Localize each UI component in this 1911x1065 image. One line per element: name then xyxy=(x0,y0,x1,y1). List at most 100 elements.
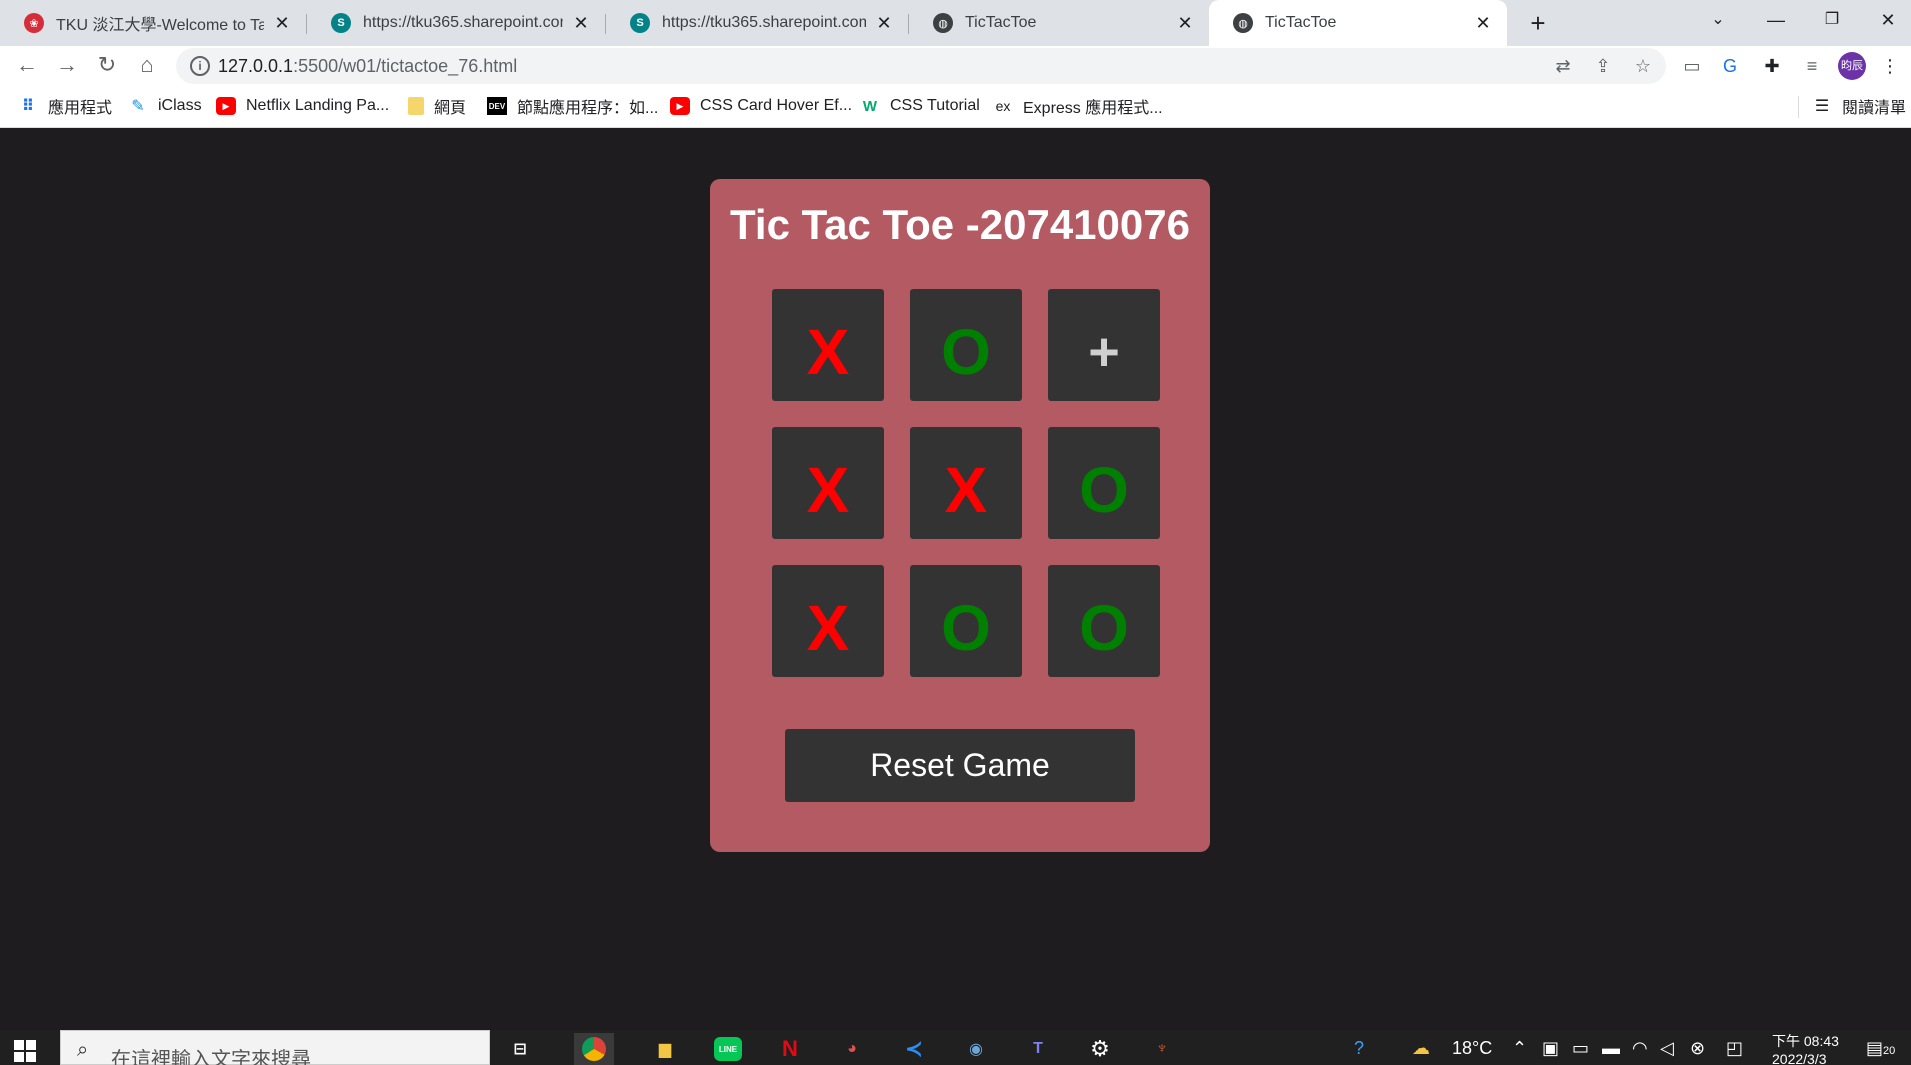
translate-icon[interactable]: ⇄ xyxy=(1552,55,1574,77)
youtube-icon: ▶ xyxy=(216,97,236,115)
error-icon[interactable]: ⊗ xyxy=(1690,1038,1705,1059)
home-icon[interactable]: ⌂ xyxy=(130,48,164,82)
browser-toolbar: ← → ↻ ⌂ i 127.0.0.1:5500/w01/tictactoe_7… xyxy=(0,46,1911,84)
close-icon[interactable]: ✕ xyxy=(272,13,292,34)
display-icon[interactable]: ▭ xyxy=(1572,1038,1589,1059)
bookmark-iclass[interactable]: ✎ iClass xyxy=(128,84,201,128)
browser-tab[interactable]: ❀ TKU 淡江大學-Welcome to Tamkang ✕ xyxy=(0,0,306,46)
line-app-icon[interactable]: LINE xyxy=(708,1033,748,1065)
bookmark-express[interactable]: ex Express 應用程式... xyxy=(993,84,1163,128)
google-translate-extension-icon[interactable]: G xyxy=(1718,54,1742,78)
bookmark-label: 應用程式 xyxy=(48,100,113,117)
profile-avatar[interactable]: 昀辰 xyxy=(1838,52,1866,80)
tab-title: https://tku365.sharepoint.com/ xyxy=(662,14,866,31)
notification-icon[interactable]: ▤20 xyxy=(1866,1038,1895,1059)
bookmark-label: Express 應用程式... xyxy=(1023,100,1163,117)
forward-icon[interactable]: → xyxy=(50,48,84,82)
chevron-up-icon[interactable]: ⌃ xyxy=(1512,1038,1527,1059)
close-icon[interactable]: ✕ xyxy=(1473,13,1493,34)
reading-list[interactable]: ☰ 閱讀清單 xyxy=(1812,84,1906,128)
board-cell[interactable]: X xyxy=(772,565,884,677)
close-window-icon[interactable]: ✕ xyxy=(1860,0,1911,40)
browser-tab-active[interactable]: ◍ TicTacToe ✕ xyxy=(1209,0,1507,46)
express-icon: ex xyxy=(995,98,1011,114)
share-icon[interactable]: ⇪ xyxy=(1592,55,1614,77)
browser-tab[interactable]: ◍ TicTacToe ✕ xyxy=(909,0,1209,46)
restore-icon[interactable]: ❐ xyxy=(1804,0,1860,40)
notification-count: 20 xyxy=(1883,1045,1896,1057)
board-cell[interactable]: + xyxy=(1048,289,1160,401)
close-icon[interactable]: ✕ xyxy=(571,13,591,34)
bookmark-folder[interactable]: 網頁 xyxy=(408,84,466,128)
close-icon[interactable]: ✕ xyxy=(1175,13,1195,34)
volume-muted-icon[interactable]: ◁ xyxy=(1660,1038,1674,1059)
iclass-icon: ✎ xyxy=(131,98,145,115)
game-card: Tic Tac Toe -207410076 X O + X X O X O O… xyxy=(710,179,1210,852)
settings-gear-icon[interactable]: ⚙ xyxy=(1080,1033,1120,1065)
board-cell[interactable]: X xyxy=(772,427,884,539)
help-icon[interactable]: ? xyxy=(1354,1038,1364,1059)
minimize-icon[interactable]: — xyxy=(1748,0,1804,40)
chrome-app-icon[interactable] xyxy=(574,1033,614,1065)
taskbar-search[interactable]: ⌕ 在這裡輸入文字來搜尋 xyxy=(60,1030,490,1065)
extensions-puzzle-icon[interactable]: ✚ xyxy=(1760,54,1784,78)
tab-title: TKU 淡江大學-Welcome to Tamkang xyxy=(56,17,264,34)
bookmark-apps[interactable]: ⠿ 應用程式 xyxy=(18,84,112,128)
netflix-app-icon[interactable]: N xyxy=(770,1033,810,1065)
windows-taskbar: ⌕ 在這裡輸入文字來搜尋 ⊟ ▆ LINE N ◕ ≺ ◉ T ⚙ ♆ ? ☁ … xyxy=(0,1030,1911,1065)
search-placeholder: 在這裡輸入文字來搜尋 xyxy=(111,1049,311,1065)
site-info-icon[interactable]: i xyxy=(190,56,210,76)
browser-tab[interactable]: S https://tku365.sharepoint.com/ ✕ xyxy=(307,0,605,46)
address-url[interactable]: 127.0.0.1:5500/w01/tictactoe_76.html xyxy=(218,48,517,84)
ime-icon[interactable]: ◰ xyxy=(1726,1038,1743,1059)
search-icon: ⌕ xyxy=(77,1039,89,1061)
bookmark-netflix[interactable]: ▶ Netflix Landing Pa... xyxy=(216,84,389,128)
unknown-app-icon[interactable]: ♆ xyxy=(1142,1033,1182,1065)
browser-tab[interactable]: S https://tku365.sharepoint.com/ ✕ xyxy=(606,0,908,46)
bookmark-css-card[interactable]: ▶ CSS Card Hover Ef... xyxy=(670,84,852,128)
game-title: Tic Tac Toe -207410076 xyxy=(730,201,1190,248)
bookmark-css-tutorial[interactable]: W CSS Tutorial xyxy=(860,84,980,128)
bookmark-dev[interactable]: DEV 節點應用程序：如... xyxy=(487,84,658,128)
board-cell[interactable]: O xyxy=(1048,427,1160,539)
sharepoint-icon: S xyxy=(630,13,650,33)
globe-icon: ◍ xyxy=(1233,13,1253,33)
bookmark-star-icon[interactable]: ☆ xyxy=(1632,55,1654,77)
weather-temp[interactable]: 18°C xyxy=(1452,1038,1492,1059)
file-explorer-icon[interactable]: ▆ xyxy=(645,1033,685,1065)
tab-title: TicTacToe xyxy=(1265,14,1337,31)
bookmarks-bar: ⠿ 應用程式 ✎ iClass ▶ Netflix Landing Pa... … xyxy=(0,84,1911,128)
reading-list-toolbar-icon[interactable]: ≡ xyxy=(1800,54,1824,78)
board-cell[interactable]: X xyxy=(772,289,884,401)
globe-icon: ◍ xyxy=(933,13,953,33)
meet-now-icon[interactable]: ▣ xyxy=(1542,1038,1559,1059)
w3schools-icon: W xyxy=(862,97,878,115)
menu-kebab-icon[interactable]: ⋮ xyxy=(1878,54,1902,78)
address-bar[interactable]: i 127.0.0.1:5500/w01/tictactoe_76.html ⇄… xyxy=(176,48,1666,84)
back-icon[interactable]: ← xyxy=(10,48,44,82)
board-cell[interactable]: O xyxy=(910,289,1022,401)
windows-start-icon[interactable] xyxy=(14,1040,36,1062)
board-cell[interactable]: O xyxy=(1048,565,1160,677)
postgres-app-icon[interactable]: ◉ xyxy=(956,1033,996,1065)
clock-date: 2022/3/3 xyxy=(1772,1051,1827,1065)
reload-icon[interactable]: ↻ xyxy=(90,48,124,82)
taskbar-clock[interactable]: 下午 08:43 2022/3/3 xyxy=(1772,1032,1839,1065)
vscode-app-icon[interactable]: ≺ xyxy=(894,1033,934,1065)
close-icon[interactable]: ✕ xyxy=(874,13,894,34)
apps-grid-icon: ⠿ xyxy=(21,98,35,115)
tku-logo-icon: ❀ xyxy=(24,13,44,33)
reset-game-button[interactable]: Reset Game xyxy=(785,729,1135,802)
tab-search-icon[interactable]: ⌄ xyxy=(1690,0,1746,40)
board-cell[interactable]: X xyxy=(910,427,1022,539)
url-path: :5500/w01/tictactoe_76.html xyxy=(293,56,518,76)
teams-app-icon[interactable]: T xyxy=(1018,1033,1058,1065)
page-viewport: Tic Tac Toe -207410076 X O + X X O X O O… xyxy=(0,129,1911,1030)
task-view-icon[interactable]: ⊟ xyxy=(500,1033,540,1065)
battery-icon[interactable]: ▬ xyxy=(1602,1038,1620,1059)
line-extension-icon[interactable]: ▭ xyxy=(1680,54,1704,78)
paint-app-icon[interactable]: ◕ xyxy=(832,1033,872,1065)
wifi-icon[interactable]: ◠ xyxy=(1632,1038,1648,1059)
new-tab-button[interactable]: + xyxy=(1521,6,1555,40)
board-cell[interactable]: O xyxy=(910,565,1022,677)
